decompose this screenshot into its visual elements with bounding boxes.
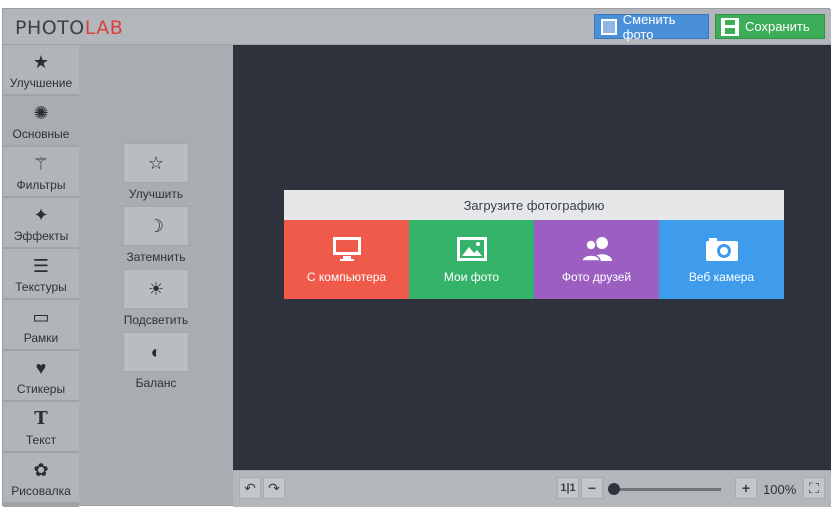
header: PHOTOLAB Сменить фото Сохранить (3, 9, 831, 45)
sidebar-item-frames[interactable]: ▭ Рамки (3, 300, 79, 350)
redo-icon: ↷ (268, 479, 280, 496)
upload-from-computer-button[interactable]: С компьютера (284, 220, 409, 299)
logo-photo-text: PHOTO (15, 17, 85, 39)
logo: PHOTOLAB (15, 17, 123, 39)
change-photo-button[interactable]: Сменить фото (594, 11, 709, 42)
tool-balance-label: Баланс (135, 376, 177, 390)
sidebar-item-label: Эффекты (13, 229, 69, 243)
tool-lighten-button[interactable]: ☀ (123, 269, 189, 309)
zoom-slider-handle[interactable] (608, 483, 620, 495)
sidebar-item-label: Стикеры (16, 382, 66, 396)
minus-icon: − (587, 480, 597, 496)
image-icon (456, 236, 487, 261)
save-button[interactable]: Сохранить (715, 14, 825, 39)
actual-size-button[interactable]: 1|1 (557, 477, 579, 499)
sidebar-item-label: Фильтры (16, 178, 66, 192)
tool-darken-label: Затемнить (126, 250, 186, 264)
tool-enhance-label: Улучшить (128, 187, 184, 201)
zoom-level: 100% (763, 482, 797, 497)
text-icon: T (34, 408, 48, 429)
upload-webcam-button[interactable]: Веб камера (659, 220, 784, 299)
save-label: Сохранить (745, 19, 810, 34)
zoom-in-button[interactable]: + (735, 477, 757, 499)
frame-icon: ▭ (32, 307, 50, 327)
tool-enhance-button[interactable]: ☆ (123, 143, 189, 183)
sidebar-item-basic[interactable]: ✺ Основные (3, 96, 79, 146)
sidebar-item-label: Рисовалка (11, 484, 71, 498)
change-photo-label: Сменить фото (622, 11, 676, 42)
heart-icon: ♥ (35, 358, 47, 378)
upload-option-label: Мои фото (443, 269, 500, 284)
layers-icon: ☰ (32, 256, 50, 276)
bottom-toolbar: ↶ ↷ 1|1 − + 100% ⛶ (233, 470, 831, 507)
upload-my-photos-button[interactable]: Мои фото (409, 220, 534, 299)
star-outline-icon: ☆ (147, 152, 165, 173)
sidebar: ★ Улучшение ✺ Основные ⚚ Фильтры ✦ Эффек… (3, 45, 79, 507)
magic-wand-icon: ⚚ (32, 154, 50, 174)
upload-option-label: Фото друзей (561, 269, 632, 284)
upload-dialog: Загрузите фотографию С компьютера Мои фо… (284, 190, 784, 299)
sidebar-item-effects[interactable]: ✦ Эффекты (3, 198, 79, 248)
sidebar-item-label: Рамки (23, 331, 59, 345)
upload-option-label: С компьютера (306, 269, 387, 284)
undo-icon: ↶ (244, 479, 256, 496)
photolab-app: PHOTOLAB Сменить фото Сохранить ★ Улучше… (2, 8, 831, 507)
sparkles-icon: ✦ (33, 205, 49, 225)
sidebar-item-filters[interactable]: ⚚ Фильтры (3, 147, 79, 197)
ratio-label: 1|1 (560, 482, 576, 494)
floppy-disk-icon (721, 17, 739, 36)
aperture-icon: ✺ (33, 103, 49, 123)
undo-button[interactable]: ↶ (239, 477, 261, 499)
friends-icon (580, 236, 612, 262)
redo-button[interactable]: ↷ (263, 477, 285, 499)
sidebar-item-stickers[interactable]: ♥ Стикеры (3, 351, 79, 401)
sidebar-item-label: Текст (25, 433, 57, 447)
canvas-area: Загрузите фотографию С компьютера Мои фо… (233, 45, 831, 470)
fullscreen-icon: ⛶ (809, 479, 819, 496)
sidebar-item-draw[interactable]: ✿ Рисовалка (3, 453, 79, 503)
tool-lighten-label: Подсветить (123, 313, 189, 327)
tool-balance-button[interactable]: ◐ (123, 332, 189, 372)
star-icon: ★ (32, 52, 50, 72)
sidebar-item-label: Основные (12, 127, 70, 141)
photo-frame-icon (601, 18, 617, 35)
camera-icon (705, 237, 738, 261)
monitor-icon (332, 236, 361, 261)
sidebar-item-enhance[interactable]: ★ Улучшение (3, 45, 79, 95)
upload-title: Загрузите фотографию (284, 190, 784, 220)
upload-option-label: Веб камера (688, 269, 755, 284)
sun-icon: ☀ (147, 278, 165, 299)
tool-darken-button[interactable]: ☽ (123, 206, 189, 246)
palette-icon: ✿ (33, 460, 49, 480)
sidebar-item-label: Текстуры (15, 280, 67, 294)
sidebar-item-text[interactable]: T Текст (3, 402, 79, 452)
zoom-slider[interactable] (613, 488, 721, 491)
plus-icon: + (741, 480, 751, 496)
upload-options: С компьютера Мои фото Фото друзей Веб ка… (284, 220, 784, 299)
balance-icon: ◐ (150, 341, 162, 362)
sidebar-item-label: Улучшение (9, 76, 73, 90)
fullscreen-button[interactable]: ⛶ (803, 477, 825, 499)
zoom-out-button[interactable]: − (581, 477, 603, 499)
sidebar-item-textures[interactable]: ☰ Текстуры (3, 249, 79, 299)
logo-lab-text: LAB (84, 17, 124, 39)
moon-icon: ☽ (147, 215, 165, 236)
upload-friends-photos-button[interactable]: Фото друзей (534, 220, 659, 299)
